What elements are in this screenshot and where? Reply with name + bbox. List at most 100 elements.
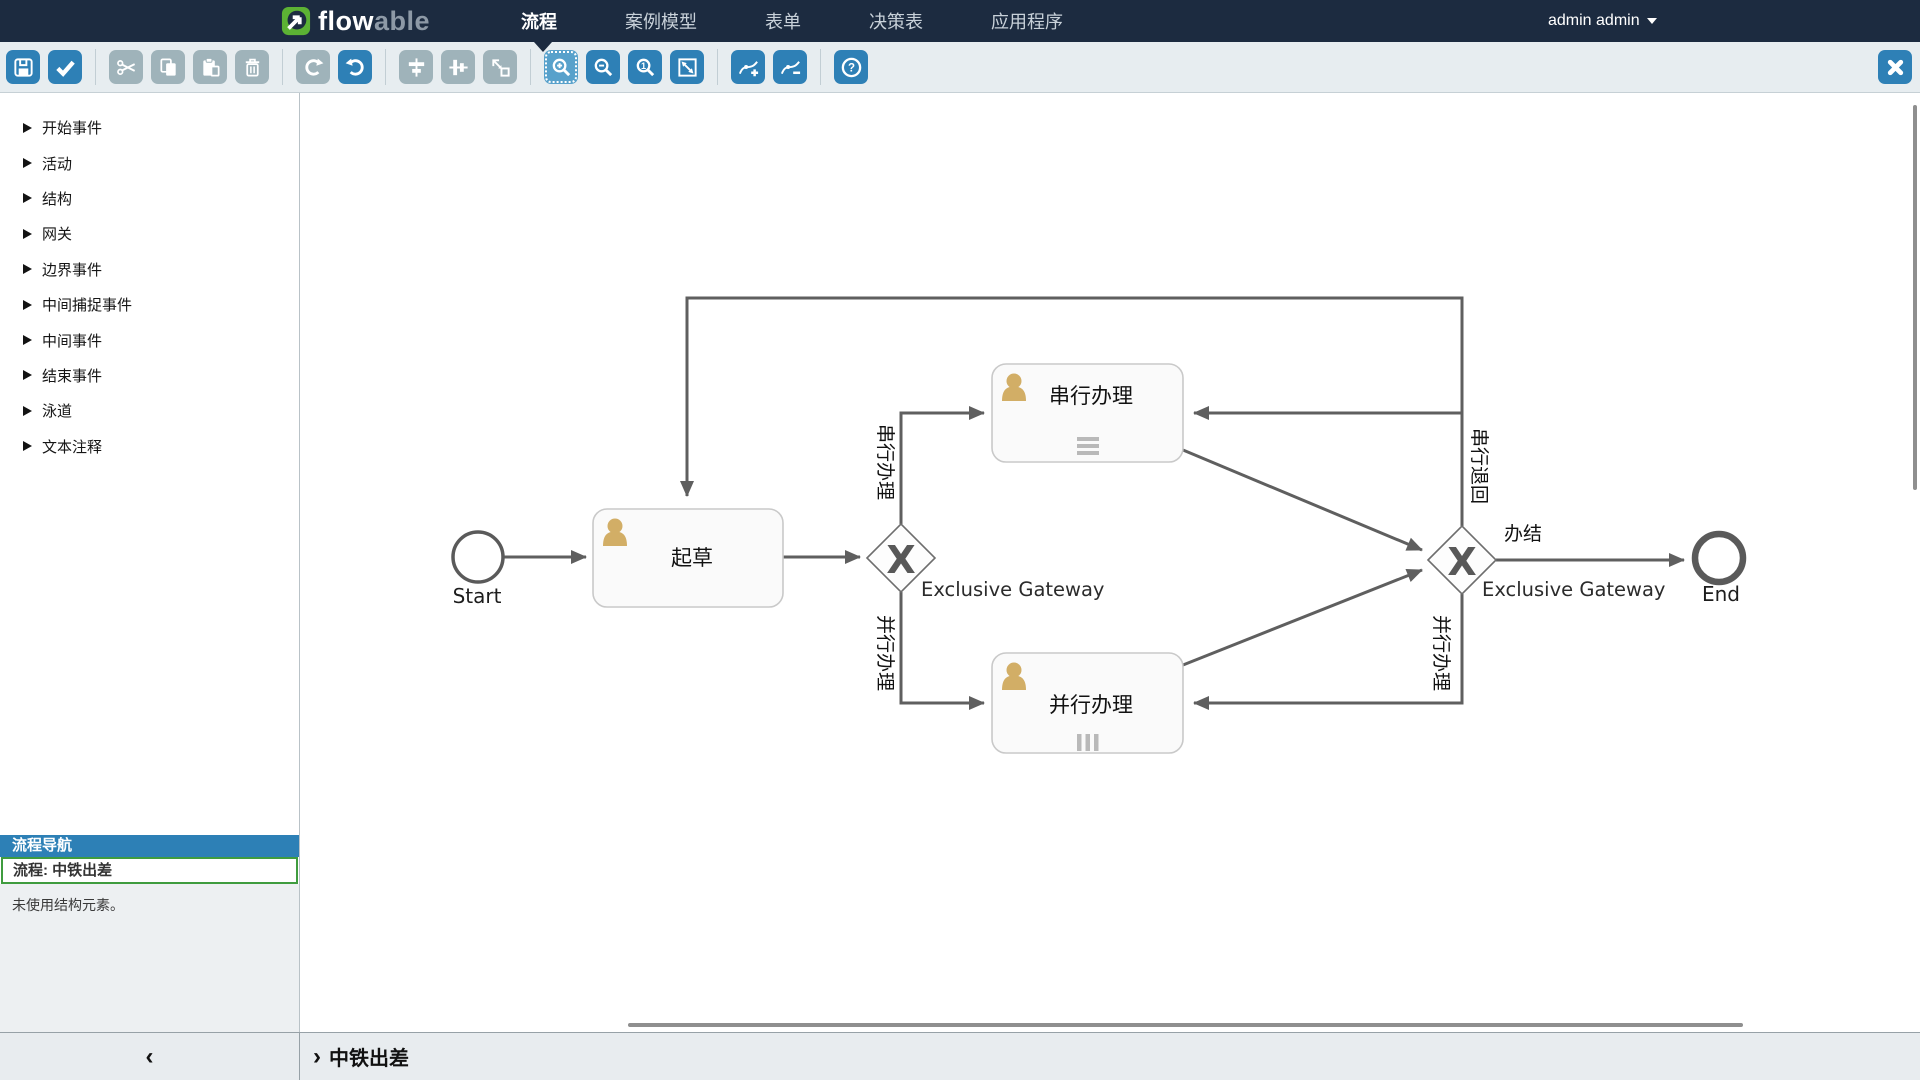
logo-text-flow: flow [318, 6, 374, 36]
close-icon [1884, 56, 1907, 79]
undo-button[interactable] [338, 50, 372, 84]
diagram-canvas[interactable]: Start 起草 串行办理 [300, 93, 1920, 1032]
expand-arrow-icon [23, 406, 32, 416]
flow-label-to-serial: 串行办理 [874, 424, 896, 500]
sequential-multi-instance-icon [1077, 437, 1099, 455]
task-label: 并行办理 [1049, 693, 1133, 717]
toolbar-separator [385, 49, 386, 85]
process-navigator-header: 流程导航 [0, 835, 299, 857]
tab-forms[interactable]: 表单 [765, 8, 801, 34]
help-button[interactable]: ? [834, 50, 868, 84]
svg-text:?: ? [847, 62, 854, 74]
gateway2-label: Exclusive Gateway [1482, 578, 1665, 601]
navigator-note: 未使用结构元素。 [12, 897, 124, 913]
gateway-x-symbol: X [1447, 540, 1476, 584]
redo-button[interactable] [296, 50, 330, 84]
zoom-fit-icon [676, 56, 699, 79]
paste-button[interactable] [193, 50, 227, 84]
breadcrumb-process-name[interactable]: 中铁出差 [329, 1042, 409, 1071]
zoom-out-button[interactable] [586, 50, 620, 84]
cut-button[interactable] [109, 50, 143, 84]
flow-gateway2-back-to-parallel[interactable] [1194, 594, 1462, 703]
add-bendpoint-button[interactable] [731, 50, 765, 84]
zoom-in-button[interactable] [544, 50, 578, 84]
expand-arrow-icon [23, 370, 32, 380]
expand-arrow-icon [23, 123, 32, 133]
zoom-out-icon [592, 56, 615, 79]
palette-item-start-events[interactable]: 开始事件 [0, 110, 299, 145]
gateway-x-symbol: X [886, 538, 915, 582]
save-icon [12, 56, 35, 79]
tab-apps[interactable]: 应用程序 [991, 8, 1063, 34]
copy-button[interactable] [151, 50, 185, 84]
save-button[interactable] [6, 50, 40, 84]
copy-icon [157, 56, 180, 79]
trash-icon [241, 56, 264, 79]
palette-item-gateways[interactable]: 网关 [0, 216, 299, 251]
editor-toolbar: 1 [0, 42, 1920, 93]
chevron-down-icon [1647, 18, 1657, 24]
align-vertical-button[interactable] [441, 50, 475, 84]
app-logo[interactable]: flowable [281, 5, 430, 37]
palette-item-intermediate-events[interactable]: 中间事件 [0, 322, 299, 357]
expand-arrow-icon [23, 158, 32, 168]
process-navigator-body: 未使用结构元素。 [0, 884, 299, 1032]
process-navigator-current[interactable]: 流程: 中铁出差 [1, 857, 298, 884]
main-tabs: 流程 案例模型 表单 决策表 应用程序 [521, 0, 1063, 42]
flow-gateway1-to-serial[interactable] [901, 413, 984, 524]
same-size-button[interactable] [483, 50, 517, 84]
collapse-palette-button[interactable]: ‹ [0, 1033, 300, 1080]
vertical-scrollbar[interactable] [1913, 105, 1917, 490]
task-label: 串行办理 [1049, 384, 1133, 408]
toolbar-separator [95, 49, 96, 85]
user-task-draft[interactable]: 起草 [593, 509, 783, 607]
validate-button[interactable] [48, 50, 82, 84]
horizontal-scrollbar[interactable] [628, 1023, 1743, 1027]
flow-gateway1-to-parallel[interactable] [901, 592, 984, 703]
tab-processes[interactable]: 流程 [521, 8, 557, 34]
zoom-actual-button[interactable]: 1 [628, 50, 662, 84]
checkmark-icon [54, 56, 77, 79]
end-event[interactable] [1695, 534, 1743, 582]
expand-arrow-icon [23, 193, 32, 203]
palette-item-text-annotation[interactable]: 文本注释 [0, 429, 299, 464]
navbar: flowable 流程 案例模型 表单 决策表 应用程序 admin admin [0, 0, 1920, 42]
flowable-logo-icon [281, 6, 311, 36]
expand-arrow-icon [23, 264, 32, 274]
palette-item-activities[interactable]: 活动 [0, 145, 299, 180]
palette-item-boundary-events[interactable]: 边界事件 [0, 252, 299, 287]
expand-arrow-icon [23, 229, 32, 239]
zoom-in-icon [550, 56, 573, 79]
scissors-icon [115, 56, 138, 79]
user-menu[interactable]: admin admin [1548, 0, 1657, 42]
same-size-icon [489, 56, 512, 79]
undo-icon [344, 56, 367, 79]
palette-item-intermediate-catching-events[interactable]: 中间捕捉事件 [0, 287, 299, 322]
logo-text-able: able [374, 6, 430, 36]
palette-item-end-events[interactable]: 结束事件 [0, 358, 299, 393]
redo-icon [302, 56, 325, 79]
tab-decision-tables[interactable]: 决策表 [869, 8, 923, 34]
flowable-modeler: flowable 流程 案例模型 表单 决策表 应用程序 admin admin [0, 0, 1920, 1080]
user-task-parallel[interactable]: 并行办理 [992, 653, 1183, 753]
palette-item-swimlanes[interactable]: 泳道 [0, 393, 299, 428]
tab-case-models[interactable]: 案例模型 [625, 8, 697, 34]
toolbar-separator [820, 49, 821, 85]
flow-serial-to-gateway2[interactable] [1183, 450, 1422, 550]
toolbar-separator [282, 49, 283, 85]
end-event-label: End [1702, 582, 1740, 606]
expand-arrow-icon [23, 441, 32, 451]
zoom-fit-button[interactable] [670, 50, 704, 84]
bpmn-diagram: Start 起草 串行办理 [300, 93, 1920, 1032]
palette-item-structural[interactable]: 结构 [0, 181, 299, 216]
expand-arrow-icon [23, 300, 32, 310]
user-task-serial[interactable]: 串行办理 [992, 364, 1183, 462]
align-horizontal-button[interactable] [399, 50, 433, 84]
close-button[interactable] [1878, 50, 1912, 84]
chevron-right-icon: › [313, 1045, 321, 1069]
flow-label-finish: 办结 [1504, 523, 1542, 545]
start-event[interactable] [453, 532, 503, 582]
flow-parallel-to-gateway2[interactable] [1183, 570, 1422, 665]
delete-button[interactable] [235, 50, 269, 84]
remove-bendpoint-button[interactable] [773, 50, 807, 84]
